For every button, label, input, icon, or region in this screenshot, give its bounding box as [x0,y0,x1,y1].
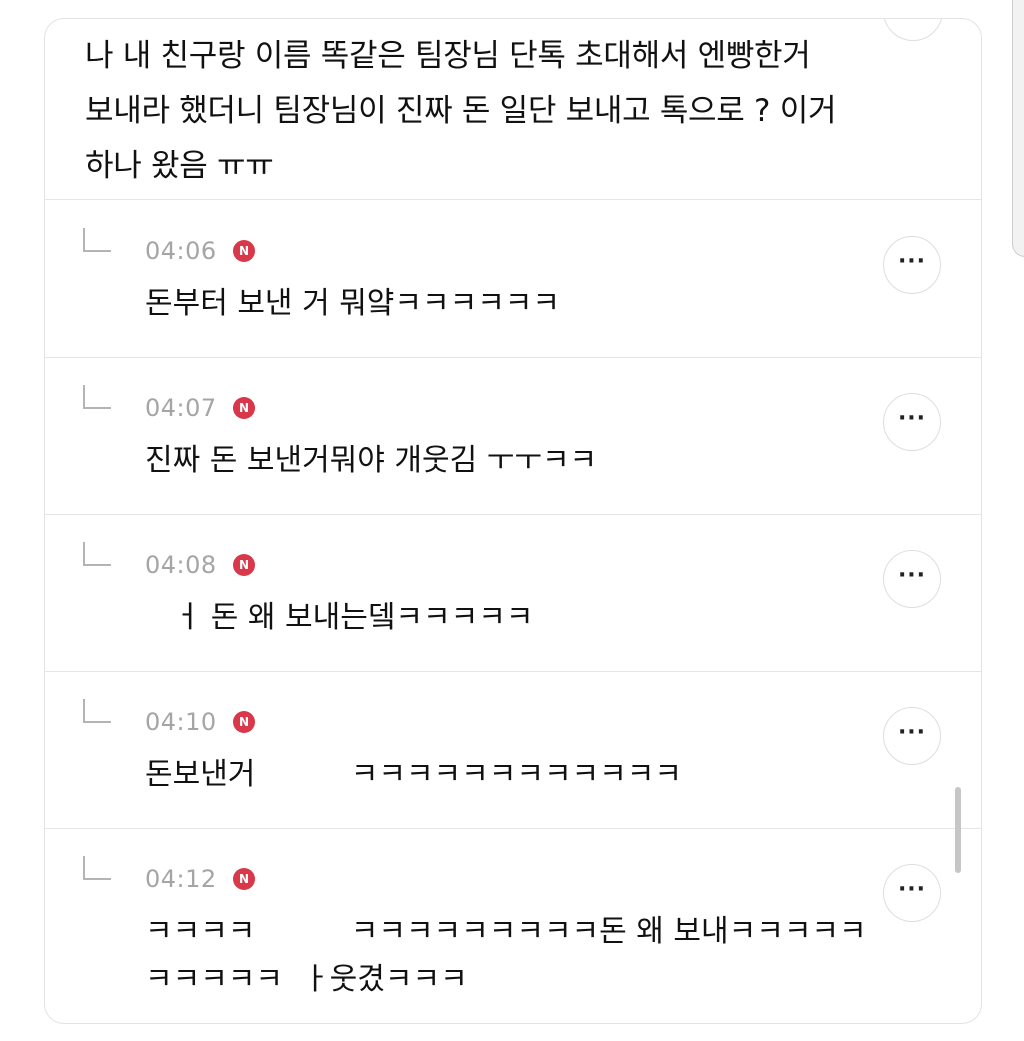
reply-item: 04:06 N 돈부터 보낸 거 뭐얔ㅋㅋㅋㅋㅋㅋ ··· [45,200,981,358]
more-options-button[interactable]: ··· [883,393,941,451]
reply-time: 04:06 [145,237,217,265]
new-badge-icon: N [233,711,255,733]
reply-time: 04:07 [145,394,217,422]
reply-time: 04:12 [145,865,217,893]
side-panel-edge [1012,0,1024,257]
more-options-button[interactable]: ··· [883,864,941,922]
reply-arrow-icon [83,228,111,252]
reply-arrow-icon [83,699,111,723]
reply-text: ㅓ 돈 왜 보내는뎈ㅋㅋㅋㅋㅋ [145,600,534,635]
reply-arrow-icon [83,385,111,409]
reply-item: 04:08 N ㅓ 돈 왜 보내는뎈ㅋㅋㅋㅋㅋ ··· [45,514,981,672]
more-options-button[interactable]: ··· [883,236,941,294]
parent-comment-text: 나 내 친구랑 이름 똑같은 팀장님 단톡 초대해서 엔빵한거 보내라 했더니 … [85,38,837,184]
reply-arrow-icon [83,542,111,566]
reply-text: ㅋㅋㅋㅋ ㅋㅋㅋㅋㅋㅋㅋㅋㅋ돈 왜 보내ㅋㅋㅋㅋㅋ ㅋㅋㅋㅋㅋ ㅏ웃겼ㅋㅋㅋ [145,914,867,997]
reply-time: 04:10 [145,708,217,736]
reply-item: 04:10 N 돈보낸거 ㅋㅋㅋㅋㅋㅋㅋㅋㅋㅋㅋㅋ ··· [45,671,981,829]
new-badge-icon: N [233,397,255,419]
parent-comment: 나 내 친구랑 이름 똑같은 팀장님 단톡 초대해서 엔빵한거 보내라 했더니 … [45,19,981,200]
new-badge-icon: N [233,868,255,890]
reply-item: 04:12 N ㅋㅋㅋㅋ ㅋㅋㅋㅋㅋㅋㅋㅋㅋ돈 왜 보내ㅋㅋㅋㅋㅋ ㅋㅋㅋㅋㅋ … [45,828,981,1023]
scrollbar[interactable] [955,787,961,873]
reply-text: 돈부터 보낸 거 뭐얔ㅋㅋㅋㅋㅋㅋ [145,286,561,321]
reply-text: 돈보낸거 ㅋㅋㅋㅋㅋㅋㅋㅋㅋㅋㅋㅋ [145,757,682,792]
new-badge-icon: N [233,554,255,576]
more-options-button[interactable]: ··· [883,550,941,608]
reply-time: 04:08 [145,551,217,579]
more-options-button[interactable]: ··· [883,707,941,765]
reply-arrow-icon [83,856,111,880]
comment-thread-card: 나 내 친구랑 이름 똑같은 팀장님 단톡 초대해서 엔빵한거 보내라 했더니 … [44,18,982,1024]
reply-item: 04:07 N 진짜 돈 보낸거뭐야 개웃김 ㅜㅜㅋㅋ ··· [45,357,981,515]
new-badge-icon: N [233,240,255,262]
reply-text: 진짜 돈 보낸거뭐야 개웃김 ㅜㅜㅋㅋ [145,443,598,478]
